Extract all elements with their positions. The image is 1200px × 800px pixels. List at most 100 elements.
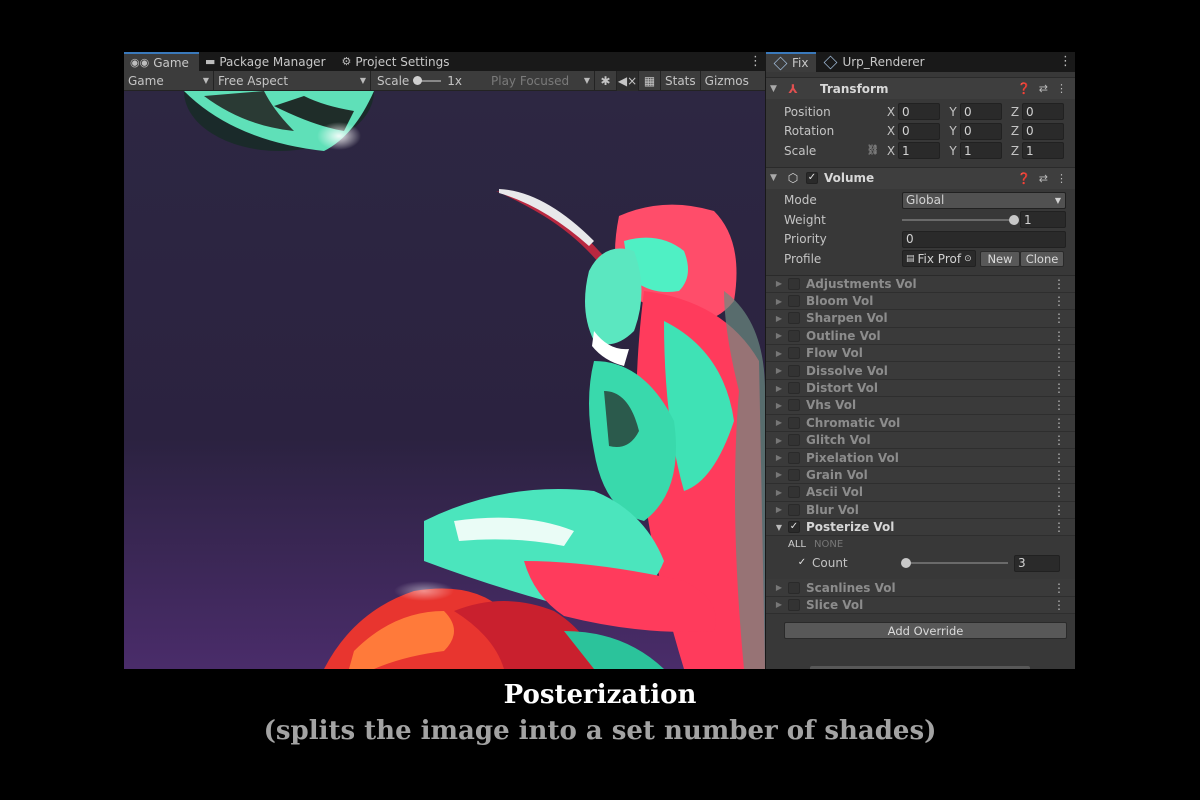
none-button[interactable]: NONE <box>814 539 843 550</box>
fold-arrow-icon[interactable]: ▼ <box>766 523 788 532</box>
override-row[interactable]: ▶ Sharpen Vol ⋮ <box>766 310 1075 328</box>
panel-menu-icon[interactable]: ⋮ <box>749 52 765 71</box>
fold-arrow-icon[interactable]: ▶ <box>766 453 788 462</box>
priority-field[interactable]: 0 <box>902 230 1066 248</box>
override-enabled-checkbox[interactable]: ✓ <box>788 521 800 534</box>
mode-dropdown[interactable]: Global ▼ <box>902 191 1066 209</box>
override-row[interactable]: ▶ Glitch Vol ⋮ <box>766 432 1075 450</box>
override-enabled-checkbox[interactable] <box>788 347 800 360</box>
position-y-field[interactable]: 0 <box>960 103 1002 121</box>
override-enabled-checkbox[interactable] <box>788 434 800 447</box>
override-menu-icon[interactable]: ⋮ <box>1053 433 1075 447</box>
count-slider[interactable] <box>901 558 1008 569</box>
play-mode-dropdown[interactable]: Play Focused ▼ <box>487 71 594 91</box>
override-enabled-checkbox[interactable] <box>788 295 800 308</box>
weight-slider-knob[interactable] <box>1009 214 1019 225</box>
fold-arrow-icon[interactable]: ▶ <box>766 314 788 323</box>
profile-field[interactable]: ▤ Fix Prof ⊙ <box>902 250 976 268</box>
override-posterize-vol[interactable]: ▼ ✓ Posterize Vol ⋮ <box>766 518 1075 537</box>
object-picker-icon[interactable]: ⊙ <box>964 254 972 264</box>
position-x-field[interactable]: 0 <box>898 103 940 121</box>
mute-audio-icon[interactable]: ◀× <box>616 70 638 91</box>
override-row[interactable]: ▶ Pixelation Vol ⋮ <box>766 449 1075 467</box>
help-icon[interactable]: ❓ <box>1017 172 1031 185</box>
override-row[interactable]: ▶ Dissolve Vol ⋮ <box>766 362 1075 380</box>
fold-arrow-icon[interactable]: ▶ <box>766 297 788 306</box>
override-enabled-checkbox[interactable] <box>788 503 800 516</box>
override-row[interactable]: ▶ Bloom Vol ⋮ <box>766 292 1075 311</box>
override-row[interactable]: ▶ Flow Vol ⋮ <box>766 345 1075 363</box>
override-enabled-checkbox[interactable] <box>788 277 800 290</box>
tab-urp-renderer[interactable]: Urp_Renderer <box>816 52 932 72</box>
bug-icon[interactable]: ✱ <box>594 70 616 91</box>
scale-x-field[interactable]: 1 <box>898 142 940 160</box>
gizmos-button[interactable]: Gizmos <box>699 70 753 91</box>
override-menu-icon[interactable]: ⋮ <box>1053 398 1075 412</box>
fold-arrow-icon[interactable]: ▶ <box>766 505 788 514</box>
override-row[interactable]: ▶ Ascii Vol ⋮ <box>766 484 1075 502</box>
new-profile-button[interactable]: New <box>980 250 1020 267</box>
override-menu-icon[interactable]: ⋮ <box>1053 329 1075 343</box>
fold-arrow-icon[interactable]: ▶ <box>766 418 788 427</box>
scale-y-field[interactable]: 1 <box>960 142 1002 160</box>
inspector-menu-icon[interactable]: ⋮ <box>1059 52 1075 72</box>
constrain-link-icon[interactable]: ⛓ <box>862 145 884 156</box>
fold-arrow-icon[interactable]: ▶ <box>766 384 788 393</box>
keyboard-icon[interactable]: ▦ <box>638 70 660 91</box>
fold-arrow-icon[interactable]: ▶ <box>766 600 788 609</box>
fold-arrow-icon[interactable]: ▶ <box>766 401 788 410</box>
scale-z-field[interactable]: 1 <box>1022 142 1064 160</box>
override-enabled-checkbox[interactable] <box>788 329 800 342</box>
rotation-y-field[interactable]: 0 <box>960 122 1002 140</box>
override-row[interactable]: ▶ Slice Vol ⋮ <box>766 596 1075 615</box>
position-z-field[interactable]: 0 <box>1022 103 1064 121</box>
override-row[interactable]: ▶ Adjustments Vol ⋮ <box>766 275 1075 293</box>
tab-project-settings[interactable]: ⚙ Project Settings <box>336 52 460 71</box>
override-row[interactable]: ▶ Chromatic Vol ⋮ <box>766 414 1075 433</box>
transform-header[interactable]: ▼ ⅄ Transform ❓ ⇄ ⋮ <box>766 77 1075 99</box>
override-row[interactable]: ▶ Distort Vol ⋮ <box>766 379 1075 398</box>
override-menu-icon[interactable]: ⋮ <box>1053 485 1075 499</box>
game-viewport[interactable] <box>124 91 765 669</box>
override-menu-icon[interactable]: ⋮ <box>1053 346 1075 360</box>
override-menu-icon[interactable]: ⋮ <box>1053 294 1075 308</box>
override-enabled-checkbox[interactable] <box>788 598 800 611</box>
fold-arrow-icon[interactable]: ▶ <box>766 583 788 592</box>
override-menu-icon[interactable]: ⋮ <box>1053 520 1075 534</box>
fold-arrow-icon[interactable]: ▼ <box>770 173 784 183</box>
override-menu-icon[interactable]: ⋮ <box>1053 416 1075 430</box>
fold-arrow-icon[interactable]: ▶ <box>766 436 788 445</box>
override-enabled-checkbox[interactable] <box>788 581 800 594</box>
tab-package-manager[interactable]: ▬ Package Manager <box>199 52 336 71</box>
rotation-x-field[interactable]: 0 <box>898 122 940 140</box>
volume-enabled-checkbox[interactable]: ✓ <box>806 172 818 184</box>
scale-control[interactable]: Scale 1x <box>371 71 487 91</box>
rotation-z-field[interactable]: 0 <box>1022 122 1064 140</box>
fold-arrow-icon[interactable]: ▶ <box>766 279 788 288</box>
override-row[interactable]: ▶ Blur Vol ⋮ <box>766 501 1075 519</box>
presets-icon[interactable]: ⇄ <box>1039 82 1048 95</box>
override-enabled-checkbox[interactable] <box>788 416 800 429</box>
override-menu-icon[interactable]: ⋮ <box>1053 364 1075 378</box>
clone-profile-button[interactable]: Clone <box>1020 250 1064 267</box>
fold-arrow-icon[interactable]: ▶ <box>766 366 788 375</box>
override-menu-icon[interactable]: ⋮ <box>1053 451 1075 465</box>
override-menu-icon[interactable]: ⋮ <box>1053 311 1075 325</box>
override-menu-icon[interactable]: ⋮ <box>1053 581 1075 595</box>
scale-slider-knob[interactable] <box>413 75 423 85</box>
count-field[interactable]: 3 <box>1014 554 1060 572</box>
add-override-button[interactable]: Add Override <box>784 622 1067 640</box>
fold-arrow-icon[interactable]: ▶ <box>766 488 788 497</box>
aspect-dropdown[interactable]: Free Aspect ▼ <box>214 70 371 91</box>
override-enabled-checkbox[interactable] <box>788 451 800 464</box>
component-menu-icon[interactable]: ⋮ <box>1056 172 1067 185</box>
override-row[interactable]: ▶ Outline Vol ⋮ <box>766 327 1075 346</box>
display-dropdown[interactable]: Game ▼ <box>124 70 214 91</box>
override-enabled-checkbox[interactable] <box>788 312 800 325</box>
count-slider-knob[interactable] <box>901 558 912 569</box>
fold-arrow-icon[interactable]: ▶ <box>766 470 788 479</box>
stats-button[interactable]: Stats <box>660 70 700 91</box>
component-menu-icon[interactable]: ⋮ <box>1056 82 1067 95</box>
override-menu-icon[interactable]: ⋮ <box>1053 277 1075 291</box>
all-button[interactable]: ALL <box>788 539 806 550</box>
